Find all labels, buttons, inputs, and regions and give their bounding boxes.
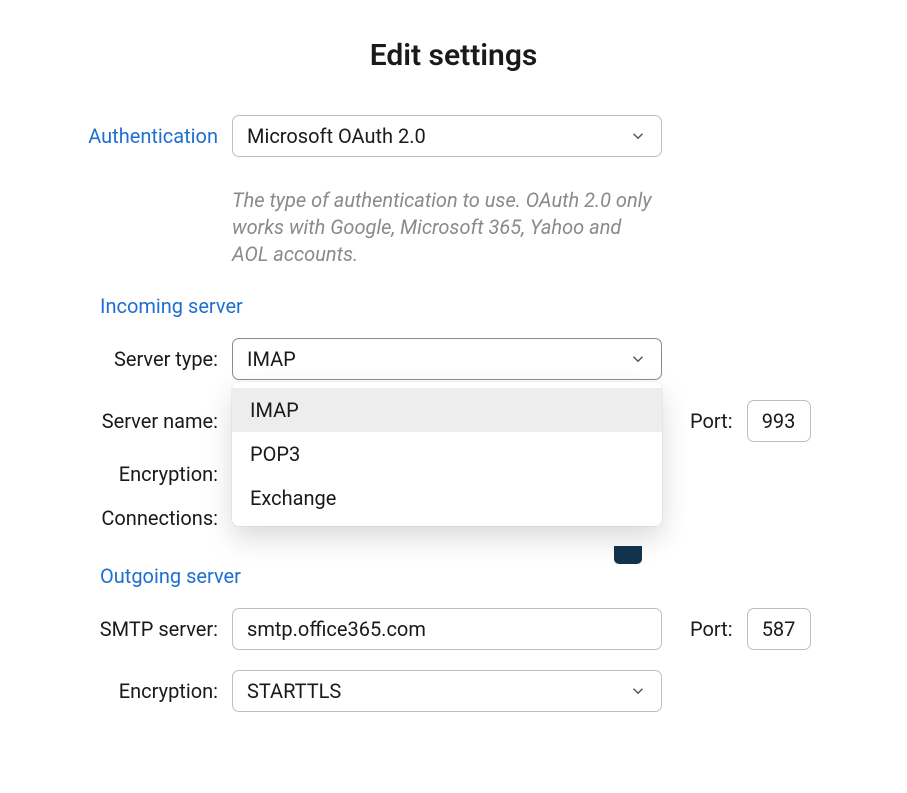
connections-label: Connections: <box>50 506 232 530</box>
incoming-server-header: Incoming server <box>100 294 857 318</box>
authentication-value: Microsoft OAuth 2.0 <box>247 124 426 148</box>
smtp-server-label: SMTP server: <box>50 617 232 641</box>
server-type-label: Server type: <box>50 347 232 371</box>
incoming-port-input[interactable] <box>747 400 811 442</box>
page-title: Edit settings <box>50 38 857 73</box>
connections-stepper-bottom[interactable] <box>614 546 642 564</box>
outgoing-server-header: Outgoing server <box>100 564 857 588</box>
server-type-option-pop3[interactable]: POP3 <box>232 432 662 476</box>
outgoing-encryption-select[interactable]: STARTTLS <box>232 670 662 712</box>
incoming-encryption-label: Encryption: <box>50 462 232 486</box>
server-type-dropdown[interactable]: IMAP POP3 Exchange <box>232 382 662 526</box>
server-type-value: IMAP <box>247 347 296 371</box>
outgoing-port-input[interactable] <box>747 608 811 650</box>
chevron-down-icon <box>629 682 647 700</box>
chevron-down-icon <box>629 350 647 368</box>
server-name-label: Server name: <box>50 409 232 433</box>
smtp-server-input[interactable] <box>232 608 662 650</box>
authentication-label[interactable]: Authentication <box>50 124 232 148</box>
outgoing-encryption-value: STARTTLS <box>247 679 341 703</box>
outgoing-encryption-label: Encryption: <box>50 679 232 703</box>
incoming-port-label: Port: <box>690 409 733 433</box>
server-type-option-imap[interactable]: IMAP <box>232 388 662 432</box>
server-type-option-exchange[interactable]: Exchange <box>232 476 662 520</box>
chevron-down-icon <box>629 127 647 145</box>
server-type-select[interactable]: IMAP <box>232 338 662 380</box>
authentication-hint: The type of authentication to use. OAuth… <box>232 187 662 268</box>
outgoing-port-label: Port: <box>690 617 733 641</box>
authentication-select[interactable]: Microsoft OAuth 2.0 <box>232 115 662 157</box>
